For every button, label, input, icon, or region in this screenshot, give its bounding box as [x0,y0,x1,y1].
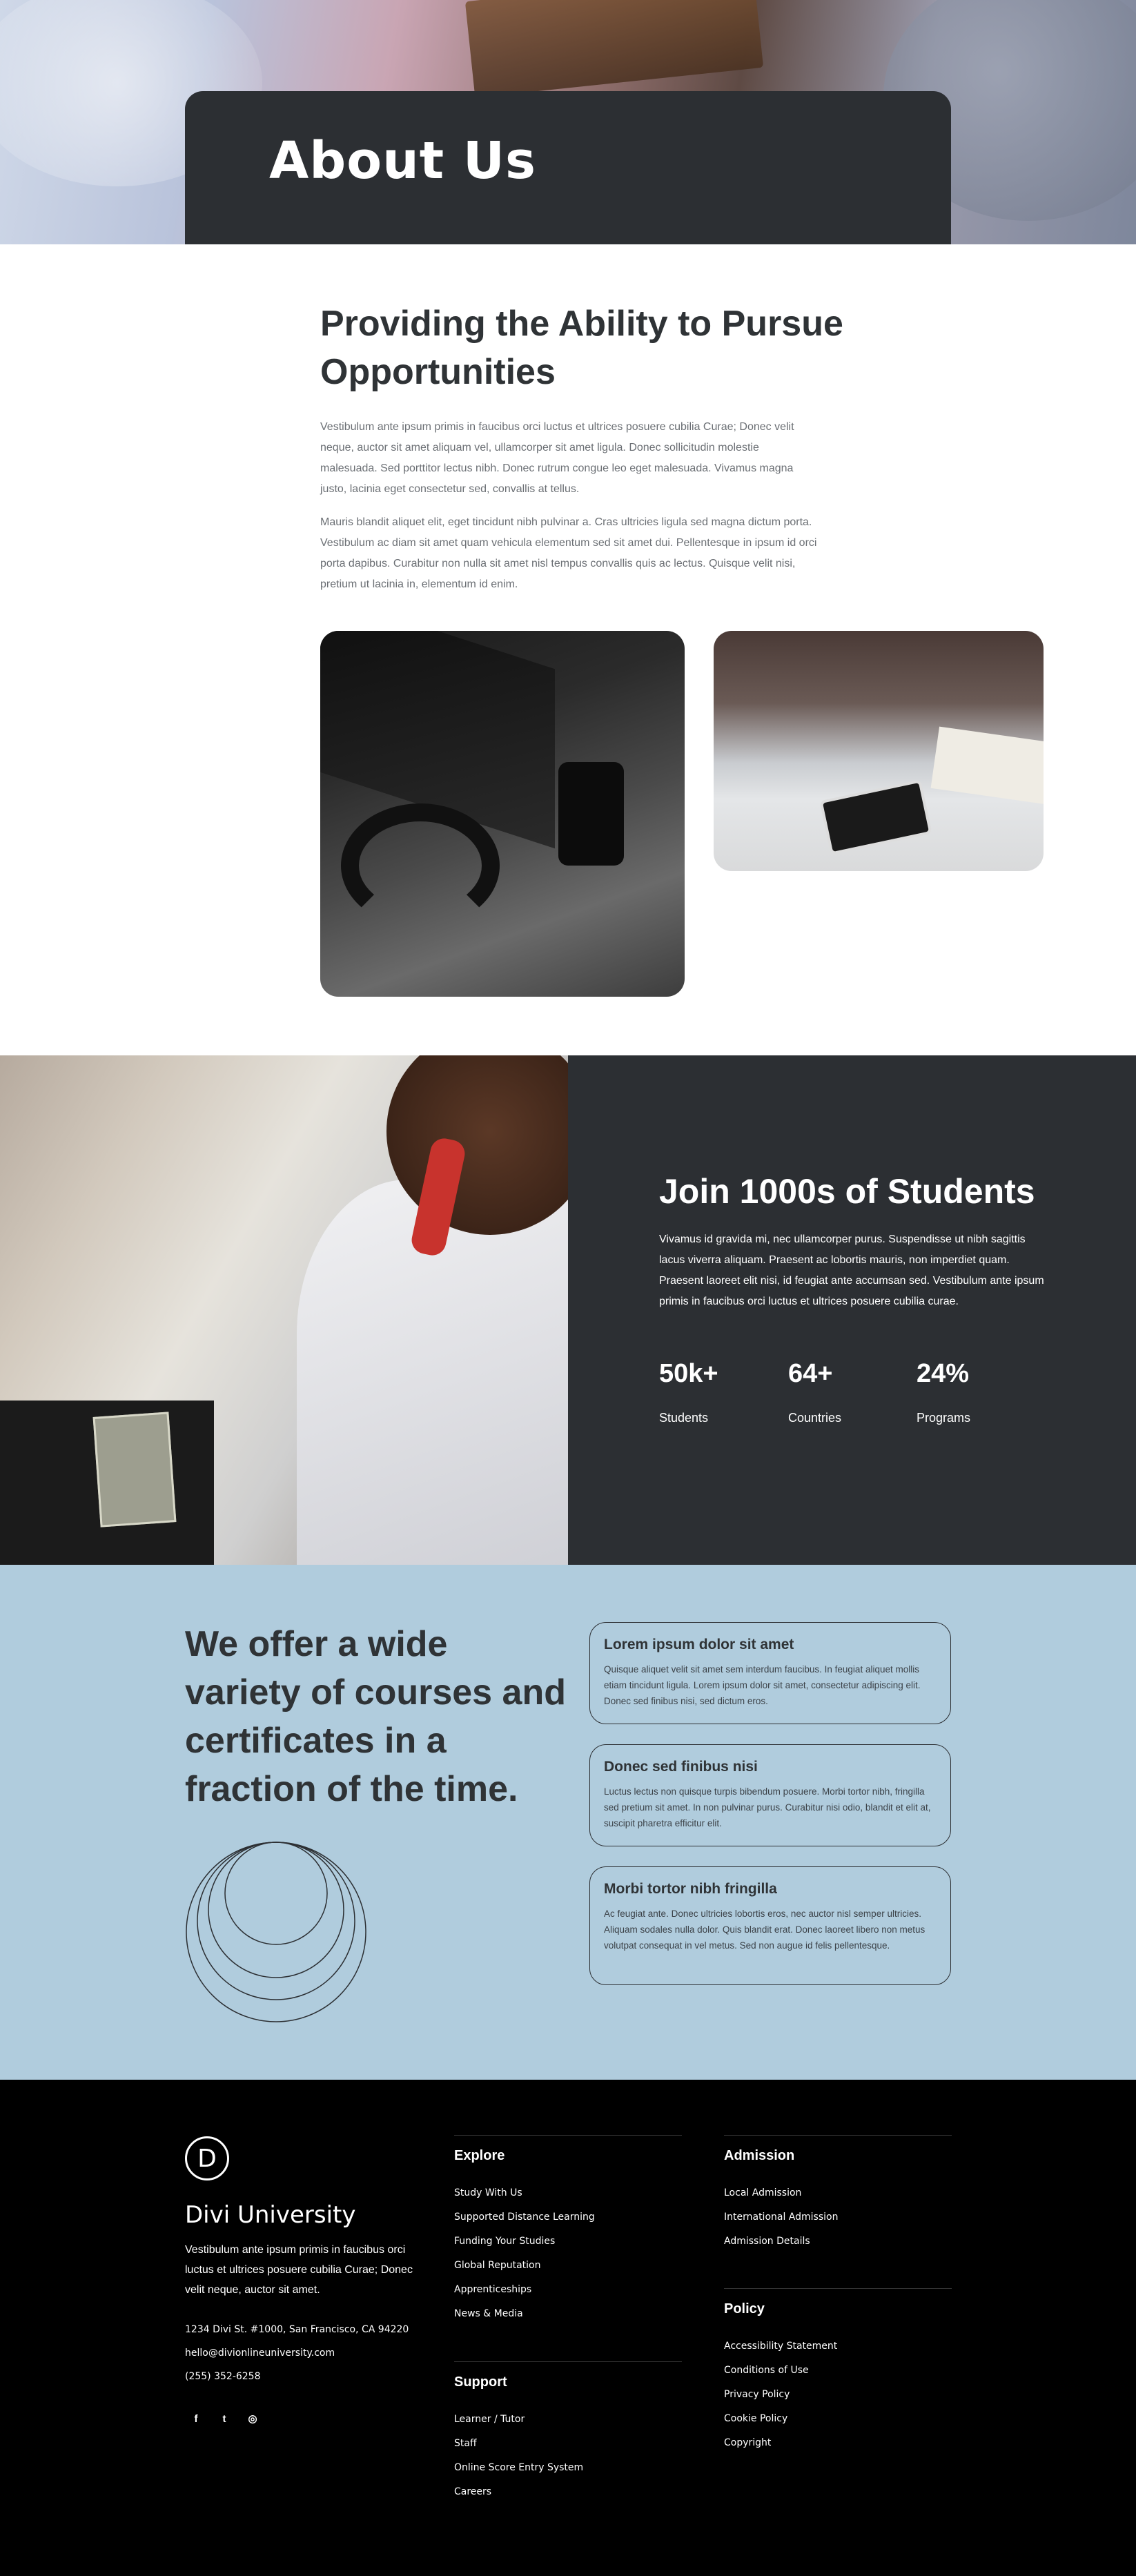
footer-column-title: Explore [454,2148,505,2163]
pen-cup-shape [558,762,624,866]
footer-link[interactable]: Cookie Policy [724,2413,952,2425]
ring [197,1842,355,2000]
intro-paragraph: Vestibulum ante ipsum primis in faucibus… [320,421,794,495]
stat-value: 24% [917,1359,970,1388]
footer-link[interactable]: Careers [454,2486,682,2498]
stats-description: Vivamus id gravida mi, nec ullamcorper p… [659,1233,1044,1307]
student-studying-photo [0,1055,568,1565]
footer-link[interactable]: Accessibility Statement [724,2341,952,2352]
course-title: Lorem ipsum dolor sit amet [604,1637,794,1652]
footer-link[interactable]: Global Reputation [454,2260,682,2272]
ring [186,1842,366,2022]
footer-link[interactable]: Admission Details [724,2236,952,2247]
footer-support-column: Support Learner / Tutor Staff Online Sco… [454,2361,682,2510]
tablet-shape [819,779,932,855]
stat-countries: 64+ Countries [788,1359,899,1425]
footer-link[interactable]: Local Admission [724,2187,952,2199]
footer-divider [724,2288,952,2289]
hero-book-image [464,0,764,98]
stat-value: 50k+ [659,1359,718,1388]
footer-policy-column: Policy Accessibility Statement Condition… [724,2288,952,2461]
footer-divider [454,2361,682,2362]
footer-link[interactable]: Staff [454,2438,682,2450]
footer-link[interactable]: Supported Distance Learning [454,2212,682,2223]
binder-label-shape [92,1412,177,1528]
instagram-icon[interactable]: ◎ [246,2412,259,2426]
twitter-icon[interactable]: t [217,2412,231,2426]
footer-divider [724,2135,952,2136]
courses-heading: We offer a wide variety of courses and c… [185,1624,566,1809]
footer-column-title: Admission [724,2148,795,2163]
stat-value: 64+ [788,1359,833,1388]
footer-link[interactable]: Study With Us [454,2187,682,2199]
stat-label: Students [659,1411,709,1425]
course-card[interactable]: Morbi tortor nibh fringilla Ac feugiat a… [589,1866,951,1985]
footer-admission-column: Admission Local Admission International … [724,2135,952,2260]
page-title: About Us [269,131,537,191]
course-card[interactable]: Donec sed finibus nisi Luctus lectus non… [589,1744,951,1846]
stat-programs: 24% Programs [917,1359,1027,1425]
site-footer: D Divi University Vestibulum ante ipsum … [0,2080,1136,2576]
open-book-shape [930,726,1044,805]
footer-address: 1234 Divi St. #1000, San Francisco, CA 9… [185,2324,409,2335]
hero-section: About Us [0,0,1136,244]
footer-phone[interactable]: (255) 352-6258 [185,2371,261,2382]
divi-logo[interactable]: D [185,2136,229,2180]
footer-link[interactable]: International Admission [724,2212,952,2223]
headphones-laptop-photo [320,631,685,997]
stat-label: Programs [917,1411,971,1425]
ring [208,1842,344,1978]
footer-link[interactable]: Apprenticeships [454,2284,682,2296]
stat-label: Countries [788,1411,842,1425]
footer-explore-column: Explore Study With Us Supported Distance… [454,2135,682,2332]
hero-title-card: About Us [185,91,951,244]
footer-link[interactable]: Funding Your Studies [454,2236,682,2247]
footer-divider [454,2135,682,2136]
courses-section: We offer a wide variety of courses and c… [0,1565,1136,2080]
stats-panel: Join 1000s of Students Vivamus id gravid… [568,1055,1136,1565]
course-card[interactable]: Lorem ipsum dolor sit amet Quisque aliqu… [589,1622,951,1724]
footer-brand-name: Divi University [185,2201,356,2229]
course-description: Luctus lectus non quisque turpis bibendu… [604,1786,931,1828]
intro-paragraph: Mauris blandit aliquet elit, eget tincid… [320,516,817,590]
footer-description: Vestibulum ante ipsum primis in faucibus… [185,2244,413,2296]
course-description: Ac feugiat ante. Donec ultricies loborti… [604,1909,926,1951]
footer-link[interactable]: News & Media [454,2308,682,2320]
intro-section: Providing the Ability to Pursue Opportun… [0,244,1136,1055]
footer-link[interactable]: Online Score Entry System [454,2462,682,2474]
course-title: Morbi tortor nibh fringilla [604,1881,777,1897]
stats-heading: Join 1000s of Students [659,1172,1035,1211]
stat-students: 50k+ Students [659,1359,770,1425]
stats-section: Join 1000s of Students Vivamus id gravid… [0,1055,1136,1565]
headphones-shape [341,803,500,928]
footer-column-title: Support [454,2374,507,2390]
course-description: Quisque aliquet velit sit amet sem inter… [604,1664,921,1706]
ring [224,1842,328,1945]
footer-link[interactable]: Conditions of Use [724,2365,952,2377]
facebook-icon[interactable]: f [189,2412,203,2426]
footer-email[interactable]: hello@divionlineuniversity.com [185,2348,335,2359]
footer-link[interactable]: Copyright [724,2437,952,2449]
footer-link[interactable]: Learner / Tutor [454,2414,682,2426]
footer-link[interactable]: Privacy Policy [724,2389,952,2401]
intro-heading: Providing the Ability to Pursue Opportun… [320,304,843,392]
tablet-book-photo [714,631,1044,871]
concentric-rings-decoration [186,1842,366,2022]
course-title: Donec sed finibus nisi [604,1759,758,1775]
footer-column-title: Policy [724,2301,765,2316]
